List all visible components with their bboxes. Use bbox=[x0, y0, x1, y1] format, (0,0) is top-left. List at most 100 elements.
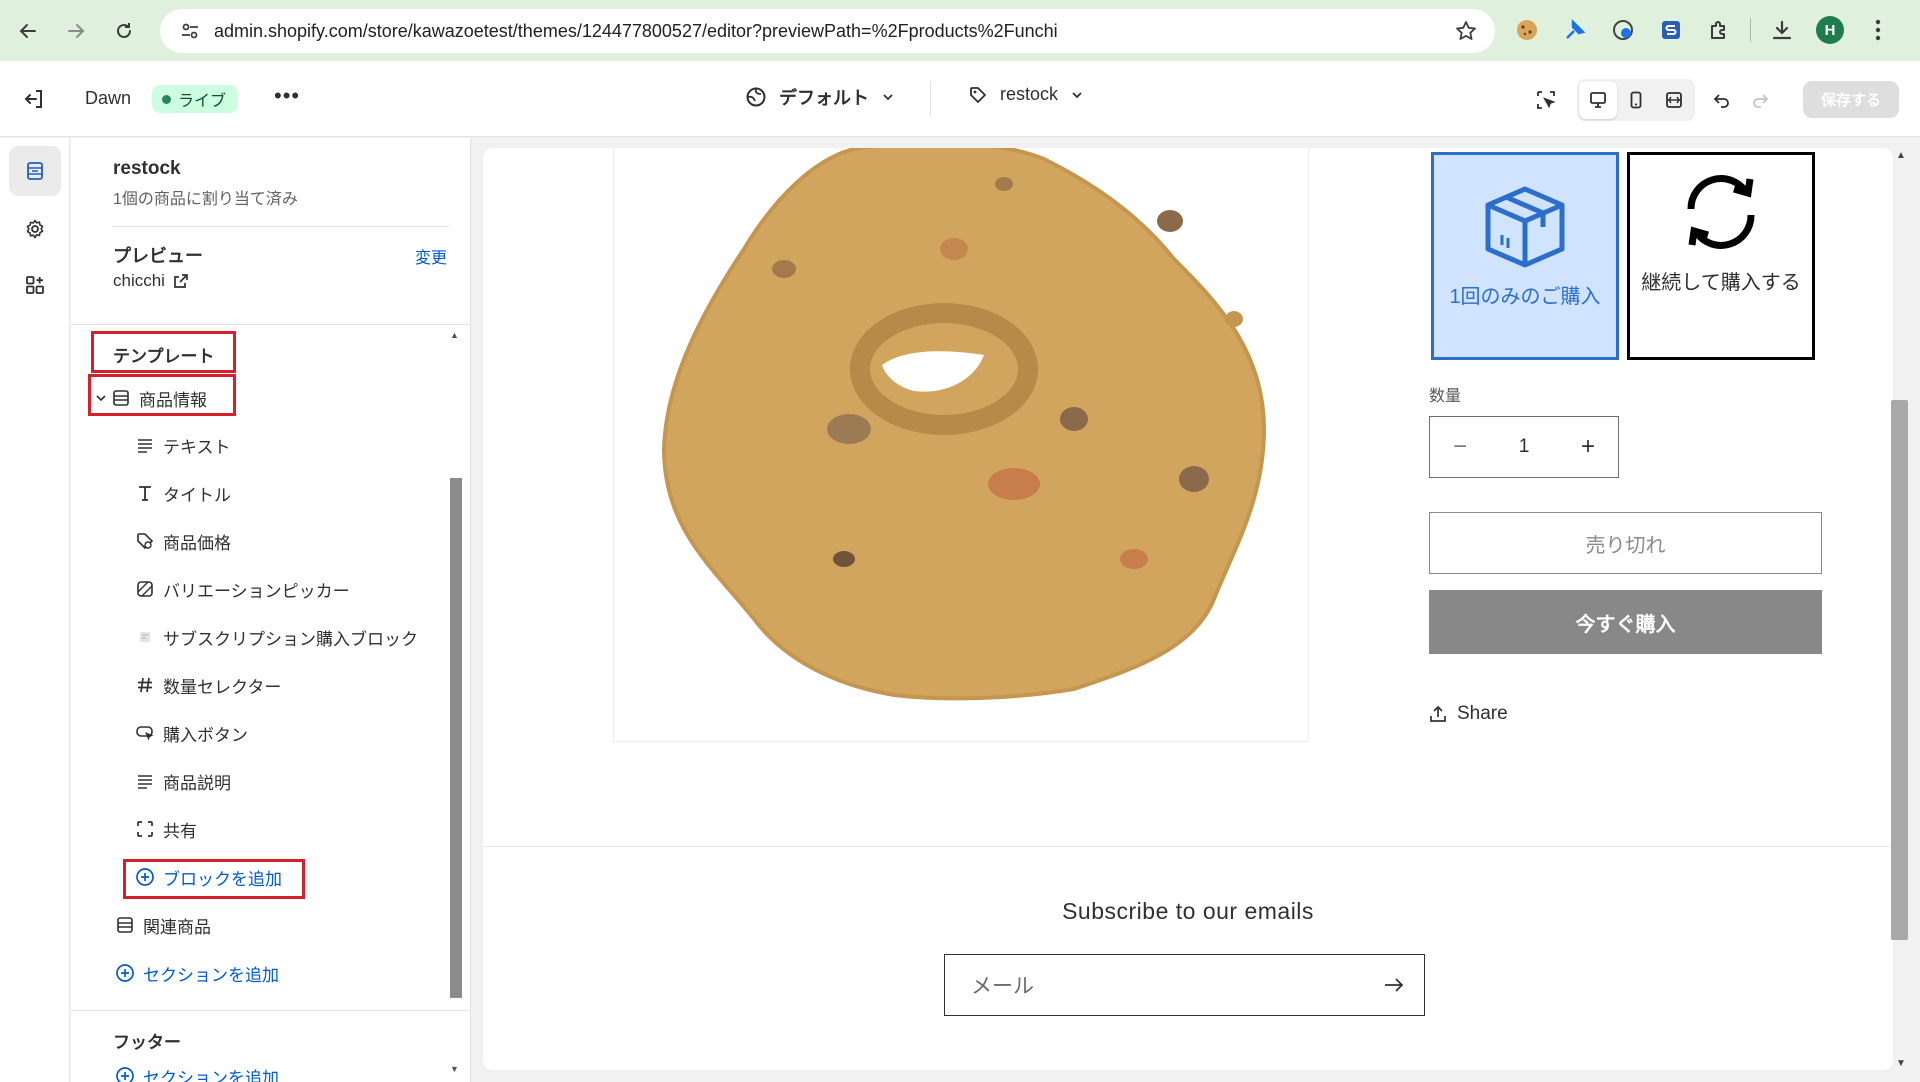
more-actions-button[interactable]: ••• bbox=[274, 83, 300, 109]
browser-menu-icon[interactable] bbox=[1861, 13, 1895, 47]
section-icon bbox=[113, 913, 137, 937]
preview-label: プレビュー bbox=[113, 246, 203, 266]
undo-button[interactable] bbox=[1703, 81, 1741, 119]
rail-apps-button[interactable] bbox=[9, 260, 61, 310]
extensions-row: H bbox=[1510, 13, 1895, 47]
block-label: 商品価格 bbox=[163, 533, 231, 553]
submit-arrow-icon[interactable] bbox=[1364, 976, 1424, 994]
sidebar-scrollbar[interactable] bbox=[450, 478, 462, 998]
quantity-input[interactable]: 1 bbox=[1490, 436, 1558, 458]
change-preview-link[interactable]: 変更 bbox=[415, 244, 447, 268]
preview-scrollbar[interactable] bbox=[1891, 400, 1908, 940]
cookie-extension-icon[interactable] bbox=[1510, 13, 1544, 47]
increase-quantity-button[interactable]: + bbox=[1558, 433, 1618, 461]
hash-icon bbox=[133, 673, 157, 697]
fullscreen-view-button[interactable] bbox=[1655, 81, 1693, 119]
live-status-badge: ライブ bbox=[152, 85, 239, 113]
add-section-button[interactable]: セクションを追加 bbox=[113, 955, 353, 991]
option-label: 1回のみのご購入 bbox=[1449, 286, 1601, 308]
price-tag-icon bbox=[133, 529, 157, 553]
redo-icon bbox=[1753, 94, 1769, 108]
storefront-preview: 1回のみのご購入 継続して購入する 数量 − 1 + 売り切れ 今すぐ購入 Sh… bbox=[483, 148, 1893, 1070]
email-placeholder: メール bbox=[971, 975, 1034, 998]
divider bbox=[71, 324, 470, 325]
download-icon[interactable] bbox=[1765, 13, 1799, 47]
language-selector[interactable]: デフォルト bbox=[745, 84, 895, 110]
add-section-label: セクションを追加 bbox=[143, 1068, 279, 1082]
title-t-icon bbox=[133, 481, 157, 505]
block-label: タイトル bbox=[163, 485, 231, 505]
viewport-switcher bbox=[1577, 79, 1695, 121]
inspector-button[interactable] bbox=[1527, 81, 1565, 119]
puzzle-extensions-icon[interactable] bbox=[1702, 13, 1736, 47]
highlight-box bbox=[91, 331, 236, 373]
footer-add-section-button[interactable]: セクションを追加 bbox=[113, 1058, 353, 1082]
arrow-right-icon bbox=[68, 23, 85, 38]
package-box-icon bbox=[1485, 186, 1565, 268]
template-label: restock bbox=[1000, 84, 1059, 104]
sections-sidebar: restock 1個の商品に割り当て済み プレビュー 変更 chicchi ▲ … bbox=[71, 138, 471, 1082]
preview-scroll-down-icon[interactable]: ▼ bbox=[1896, 1058, 1906, 1069]
product-image[interactable] bbox=[613, 148, 1309, 742]
buy-now-button[interactable]: 今すぐ購入 bbox=[1429, 590, 1822, 654]
section-related-products[interactable]: 関連商品 bbox=[113, 907, 470, 943]
template-title: restock bbox=[113, 158, 181, 179]
sidebar-scroll-up-icon[interactable]: ▲ bbox=[450, 330, 459, 340]
highlight-box bbox=[123, 859, 305, 899]
subscription-purchase-option[interactable]: 継続して購入する bbox=[1627, 152, 1815, 360]
pin-extension-icon[interactable] bbox=[1558, 13, 1592, 47]
reload-icon bbox=[117, 22, 131, 38]
block-item[interactable]: 購入ボタン bbox=[133, 715, 470, 751]
block-item[interactable]: 共有 bbox=[133, 811, 470, 847]
globe-icon bbox=[746, 87, 766, 107]
preview-scroll-up-icon[interactable]: ▲ bbox=[1896, 150, 1906, 161]
cookie-illustration-icon bbox=[661, 148, 1267, 701]
share-frame-icon bbox=[133, 817, 157, 841]
block-item[interactable]: タイトル bbox=[133, 475, 470, 511]
block-item[interactable]: テキスト bbox=[133, 427, 470, 463]
decrease-quantity-button[interactable]: − bbox=[1430, 433, 1490, 461]
back-button[interactable] bbox=[8, 11, 48, 51]
one-time-purchase-option[interactable]: 1回のみのご購入 bbox=[1431, 152, 1619, 360]
block-item[interactable]: サブスクリプション購入ブロック bbox=[133, 619, 470, 655]
section-label: 関連商品 bbox=[143, 917, 211, 937]
exit-icon bbox=[24, 90, 42, 108]
rail-settings-button[interactable] bbox=[9, 204, 61, 254]
mobile-icon bbox=[1630, 91, 1642, 109]
divider bbox=[113, 226, 449, 227]
chevron-down-icon bbox=[883, 94, 893, 101]
newsletter-email-field[interactable]: メール bbox=[944, 954, 1425, 1016]
divider bbox=[71, 1010, 470, 1011]
gear-icon bbox=[26, 219, 44, 239]
redo-button[interactable] bbox=[1741, 81, 1779, 119]
sidebar-scroll-down-icon[interactable]: ▼ bbox=[450, 1064, 459, 1074]
block-item[interactable]: 商品説明 bbox=[133, 763, 470, 799]
block-item[interactable]: 数量セレクター bbox=[133, 667, 470, 703]
exit-editor-button[interactable] bbox=[22, 87, 46, 111]
security-extension-icon[interactable] bbox=[1606, 13, 1640, 47]
block-label: 商品説明 bbox=[163, 773, 231, 793]
sections-icon bbox=[27, 162, 43, 180]
chevron-down-icon bbox=[1072, 91, 1082, 98]
template-selector[interactable]: restock bbox=[968, 84, 1084, 105]
forward-button[interactable] bbox=[56, 11, 96, 51]
divider bbox=[483, 846, 1893, 847]
profile-avatar[interactable]: H bbox=[1813, 13, 1847, 47]
share-button[interactable]: Share bbox=[1429, 703, 1508, 725]
sold-out-button[interactable]: 売り切れ bbox=[1429, 512, 1822, 574]
profile-initial: H bbox=[1816, 16, 1844, 44]
desktop-view-button[interactable] bbox=[1579, 81, 1617, 119]
mobile-view-button[interactable] bbox=[1617, 81, 1655, 119]
rail-sections-button[interactable] bbox=[9, 146, 61, 196]
reload-button[interactable] bbox=[104, 11, 144, 51]
block-item[interactable]: 商品価格 bbox=[133, 523, 470, 559]
desktop-icon bbox=[1590, 92, 1606, 108]
save-button[interactable]: 保存する bbox=[1803, 81, 1899, 118]
block-label: バリエーションピッカー bbox=[163, 581, 350, 601]
site-settings-icon[interactable] bbox=[180, 21, 200, 41]
block-item[interactable]: バリエーションピッカー bbox=[133, 571, 470, 607]
preview-product-link[interactable]: chicchi bbox=[113, 271, 189, 291]
s-extension-icon[interactable] bbox=[1654, 13, 1688, 47]
bookmark-star-icon[interactable] bbox=[1455, 20, 1477, 42]
address-bar[interactable]: admin.shopify.com/store/kawazoetest/them… bbox=[160, 9, 1495, 53]
